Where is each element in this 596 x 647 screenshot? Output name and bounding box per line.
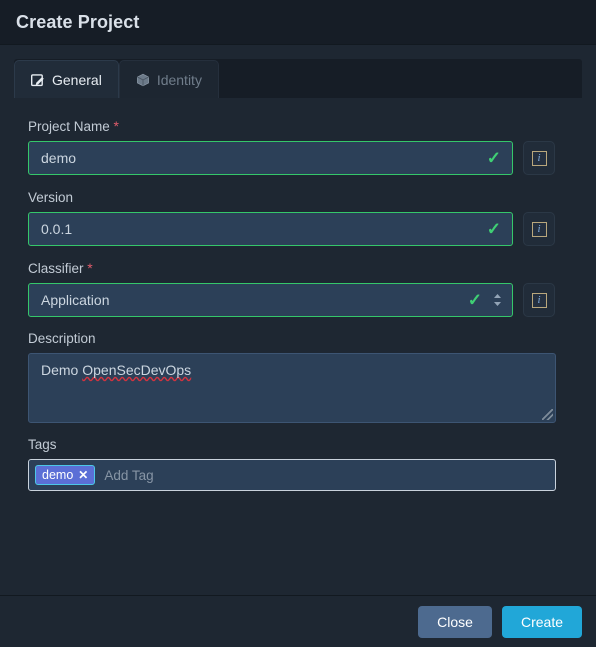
- project-name-label: Project Name *: [28, 118, 568, 134]
- description-label: Description: [28, 331, 96, 346]
- cube-icon: [136, 73, 150, 87]
- classifier-info-button[interactable]: i: [523, 283, 555, 317]
- version-label-text: Version: [28, 190, 74, 205]
- dialog-title: Create Project: [16, 11, 140, 32]
- tags-placeholder: Add Tag: [104, 467, 154, 483]
- dialog-body: General Identity Project Name * demo ✓ i…: [0, 45, 596, 595]
- general-tab-panel: Project Name * demo ✓ i Version 0.0.1 ✓ …: [14, 98, 582, 595]
- resize-handle-icon[interactable]: [542, 409, 553, 420]
- valid-check-icon: ✓: [486, 148, 501, 168]
- description-value-misspelled: OpenSecDevOps: [82, 362, 192, 378]
- field-version: Version 0.0.1 ✓ i: [28, 189, 568, 246]
- valid-check-icon: ✓: [486, 219, 501, 239]
- create-button[interactable]: Create: [501, 605, 582, 638]
- tab-identity[interactable]: Identity: [118, 60, 219, 98]
- project-name-input[interactable]: demo ✓: [28, 141, 513, 175]
- dialog-footer: Close Create: [0, 595, 596, 647]
- field-classifier: Classifier * Application ✓ i: [28, 260, 568, 317]
- classifier-value: Application: [41, 292, 110, 308]
- required-marker: *: [113, 118, 119, 134]
- tag-chip[interactable]: demo ✕: [35, 465, 96, 485]
- classifier-label-text: Classifier: [28, 261, 84, 276]
- project-name-row: demo ✓ i: [28, 141, 568, 175]
- close-icon[interactable]: ✕: [78, 468, 88, 482]
- tab-general[interactable]: General: [14, 60, 119, 98]
- version-info-button[interactable]: i: [523, 212, 555, 246]
- tags-label: Tags: [28, 437, 57, 452]
- close-button[interactable]: Close: [418, 605, 492, 638]
- version-value: 0.0.1: [41, 221, 73, 237]
- info-icon: i: [531, 221, 547, 237]
- tab-general-label: General: [52, 71, 102, 88]
- spinner-icon[interactable]: [493, 294, 502, 307]
- version-input[interactable]: 0.0.1 ✓: [28, 212, 513, 246]
- field-description: Description Demo OpenSecDevOps: [28, 331, 568, 423]
- tab-identity-label: Identity: [156, 71, 202, 88]
- version-row: 0.0.1 ✓ i: [28, 212, 568, 246]
- field-project-name: Project Name * demo ✓ i: [28, 118, 568, 175]
- project-name-value: demo: [41, 150, 77, 166]
- classifier-label: Classifier *: [28, 260, 568, 276]
- project-name-info-button[interactable]: i: [523, 141, 555, 175]
- dialog-header: Create Project: [0, 0, 596, 45]
- tab-bar: General Identity: [14, 59, 582, 98]
- field-tags: Tags demo ✕ Add Tag: [28, 437, 568, 491]
- classifier-row: Application ✓ i: [28, 283, 568, 317]
- required-marker: *: [87, 260, 93, 276]
- info-icon: i: [531, 150, 547, 166]
- valid-check-icon: ✓: [467, 290, 482, 310]
- project-name-label-text: Project Name: [28, 119, 110, 134]
- edit-square-icon: [31, 73, 45, 87]
- tags-input[interactable]: demo ✕ Add Tag: [28, 459, 556, 491]
- create-project-dialog: Create Project General Identity Project …: [0, 0, 596, 647]
- info-icon: i: [531, 292, 547, 308]
- classifier-select[interactable]: Application ✓: [28, 283, 513, 317]
- description-textarea[interactable]: Demo OpenSecDevOps: [28, 353, 556, 423]
- description-value-plain: Demo: [41, 362, 83, 378]
- version-label: Version: [28, 189, 568, 205]
- tag-chip-label: demo: [42, 468, 74, 482]
